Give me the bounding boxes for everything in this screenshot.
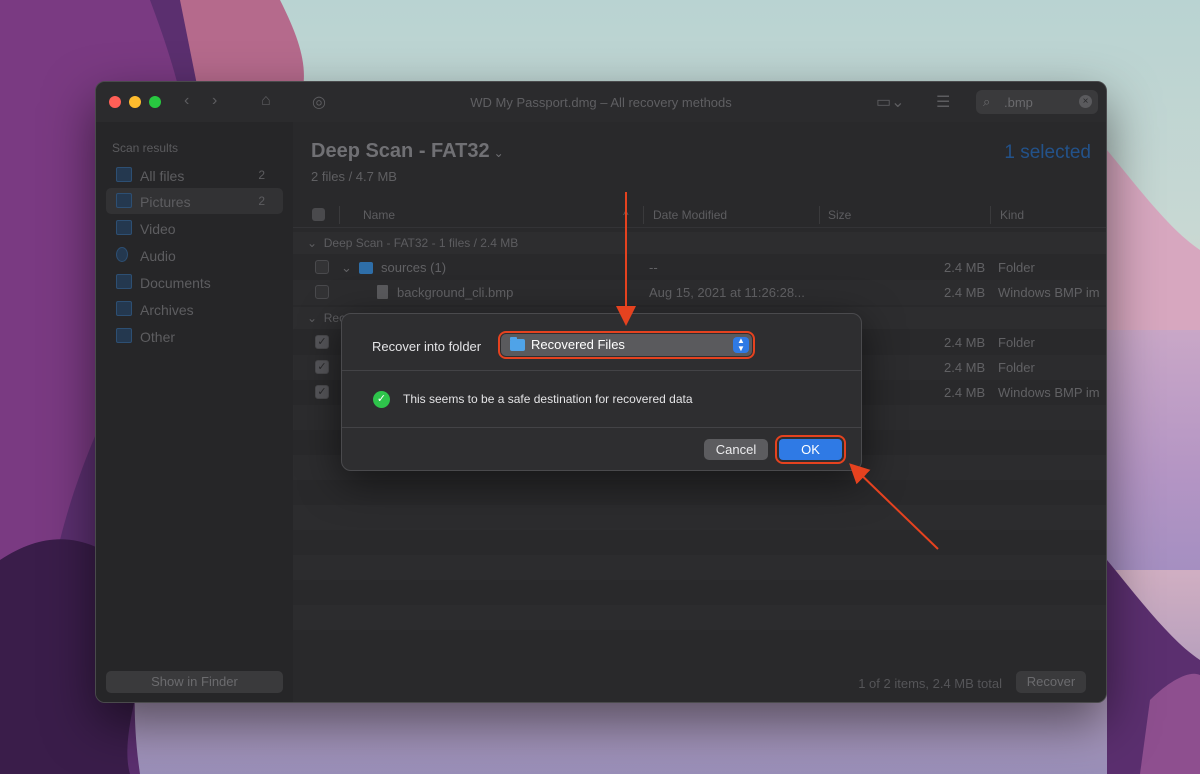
recover-into-label: Recover into folder (372, 339, 482, 354)
file-kind: Windows BMP im (998, 385, 1100, 400)
empty-row (293, 605, 1106, 630)
documents-icon (116, 274, 132, 289)
sort-chevron-icon: ^ (623, 208, 629, 222)
recover-button[interactable]: Recover (1016, 671, 1086, 693)
row-checkbox[interactable] (315, 260, 329, 274)
folder-icon (359, 262, 373, 274)
clear-search-icon[interactable]: × (1079, 95, 1092, 108)
bottom-bar: 1 of 2 items, 2.4 MB total Recover (293, 664, 1106, 702)
sidebar-item-pictures[interactable]: Pictures 2 (106, 188, 283, 214)
sidebar-item-label: Video (140, 221, 176, 237)
folder-select-value: Recovered Files (531, 337, 625, 352)
sidebar-item-audio[interactable]: Audio (106, 242, 283, 268)
titlebar: ‹ › ⌂ ◎ WD My Passport.dmg – All recover… (96, 82, 1106, 122)
sidebar-item-all-files[interactable]: All files 2 (106, 162, 283, 188)
sidebar-item-label: Other (140, 329, 176, 345)
updown-chevron-icon: ▲ ▼ (733, 337, 749, 353)
recover-dialog: Recover into folder Recovered Files ▲ ▼ ✓… (341, 313, 862, 471)
search-icon: ⌕ (983, 94, 991, 109)
sidebar-item-archives[interactable]: Archives (106, 296, 283, 322)
divider (342, 370, 861, 371)
view-mode-icon[interactable]: ▭⌄ (876, 92, 905, 112)
selected-count: 1 selected (1004, 142, 1091, 163)
file-kind: Folder (998, 260, 1035, 275)
row-checkbox[interactable]: ✓ (315, 335, 329, 349)
folder-select[interactable]: Recovered Files ▲ ▼ (498, 331, 755, 359)
sidebar-item-label: Pictures (140, 194, 191, 210)
file-icon (377, 285, 388, 299)
search-input[interactable]: ⌕ .bmp × (976, 90, 1098, 114)
row-checkbox[interactable]: ✓ (315, 385, 329, 399)
sidebar-item-label: All files (140, 168, 185, 184)
table-row[interactable]: ⌄ sources (1) -- 2.4 MB Folder (293, 255, 1106, 280)
group-label-text: Deep Scan - FAT32 - 1 files / 2.4 MB (323, 236, 519, 250)
sidebar-item-other[interactable]: Other (106, 323, 283, 349)
file-size: 2.4 MB (944, 260, 986, 275)
group-label: ⌄ Deep Scan - FAT32 - 1 files / 2.4 MB (307, 236, 519, 250)
file-size: 2.4 MB (944, 360, 986, 375)
sidebar-item-documents[interactable]: Documents (106, 269, 283, 295)
checkmark-icon: ✓ (373, 391, 390, 408)
show-in-finder-button[interactable]: Show in Finder (106, 671, 283, 693)
row-checkbox[interactable] (315, 285, 329, 299)
column-size[interactable]: Size (828, 208, 851, 222)
scan-subtitle: 2 files / 4.7 MB (311, 169, 397, 184)
filter-icon[interactable]: ☰ (936, 92, 950, 112)
other-icon (116, 328, 132, 343)
all-files-icon (116, 167, 132, 182)
file-kind: Folder (998, 360, 1035, 375)
scan-title[interactable]: Deep Scan - FAT32 ⌄ (311, 140, 504, 163)
pictures-icon (116, 193, 132, 208)
sidebar: Scan results All files 2 Pictures 2 Vide… (96, 122, 293, 702)
sidebar-header: Scan results (112, 141, 179, 155)
sidebar-item-count: 2 (258, 194, 265, 208)
sidebar-item-label: Archives (140, 302, 194, 318)
group-row[interactable]: ⌄ Deep Scan - FAT32 - 1 files / 2.4 MB (293, 232, 1106, 254)
group-label: ⌄ Rec (307, 311, 346, 325)
select-all-checkbox[interactable] (312, 208, 325, 221)
safe-destination-message: This seems to be a safe destination for … (403, 392, 693, 406)
file-size: 2.4 MB (944, 385, 986, 400)
file-date: Aug 15, 2021 at 11:26:28... (649, 285, 805, 300)
column-header: Name ^ Date Modified Size Kind (293, 202, 1106, 228)
file-size: 2.4 MB (944, 335, 986, 350)
empty-row (293, 555, 1106, 580)
archives-icon (116, 301, 132, 316)
file-size: 2.4 MB (944, 285, 986, 300)
sidebar-item-count: 2 (258, 168, 265, 182)
cancel-button[interactable]: Cancel (704, 439, 768, 460)
column-divider (990, 206, 991, 224)
row-checkbox[interactable]: ✓ (315, 360, 329, 374)
column-kind[interactable]: Kind (1000, 208, 1024, 222)
file-name: sources (1) (381, 260, 447, 275)
file-kind: Folder (998, 335, 1035, 350)
column-divider (339, 206, 340, 224)
sidebar-item-label: Audio (140, 248, 176, 264)
folder-icon (510, 337, 525, 351)
items-total: 1 of 2 items, 2.4 MB total (858, 676, 1002, 691)
video-icon (116, 220, 132, 235)
column-date-modified[interactable]: Date Modified (653, 208, 727, 222)
divider (342, 427, 861, 428)
file-date: -- (649, 260, 658, 275)
chevron-down-icon: ⌄ (493, 146, 504, 160)
table-row[interactable]: background_cli.bmp Aug 15, 2021 at 11:26… (293, 280, 1106, 305)
column-name[interactable]: Name (363, 208, 395, 222)
ok-button[interactable]: OK (775, 435, 846, 464)
search-value: .bmp (1004, 95, 1033, 110)
sidebar-item-label: Documents (140, 275, 211, 291)
scan-title-text: Deep Scan - FAT32 (311, 140, 490, 162)
column-divider (643, 206, 644, 224)
file-kind: Windows BMP im (998, 285, 1100, 300)
audio-icon (116, 247, 128, 262)
window-title: WD My Passport.dmg – All recovery method… (470, 95, 732, 110)
sidebar-item-video[interactable]: Video (106, 215, 283, 241)
expand-chevron-icon[interactable]: ⌄ (341, 260, 352, 276)
column-divider (819, 206, 820, 224)
file-name: background_cli.bmp (397, 285, 514, 300)
empty-row (293, 505, 1106, 530)
